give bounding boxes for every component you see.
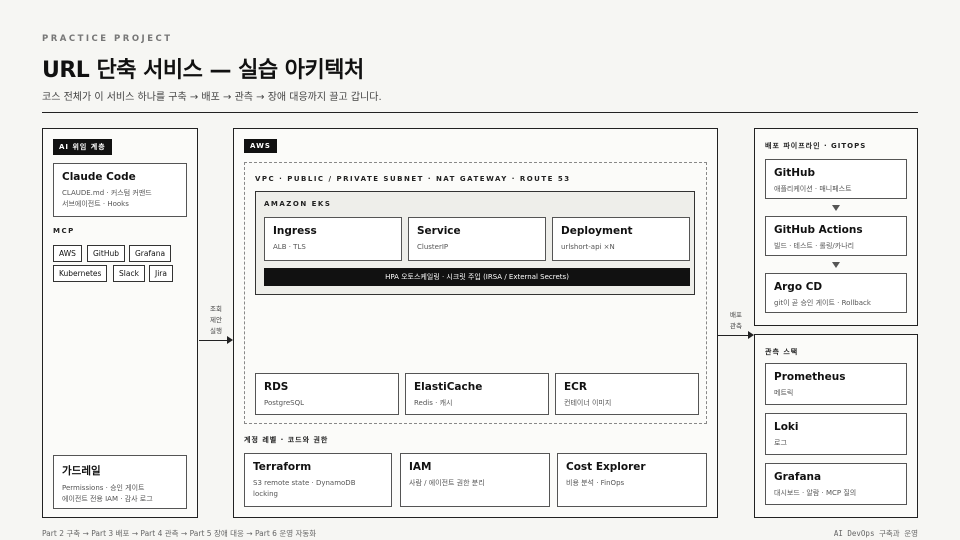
aws-panel: AWS VPC · PUBLIC / PRIVATE SUBNET · NAT … (233, 128, 718, 518)
iam-card: IAM 사람 / 에이전트 권한 분리 (400, 453, 550, 507)
claude-code-title: Claude Code (62, 171, 136, 183)
grafana-sub: 대시보드 · 알람 · MCP 질의 (774, 489, 857, 497)
ecr-card: ECR 컨테이너 이미지 (555, 373, 699, 415)
eks-label: AMAZON EKS (264, 200, 332, 208)
prometheus-title: Prometheus (774, 371, 846, 383)
argo-cd-card: Argo CD git이 곧 승인 게이트 · Rollback (765, 273, 907, 313)
footer-roadmap: Part 2 구축 → Part 3 배포 → Part 4 관측 → Part… (42, 529, 317, 538)
ingress-sub: ALB · TLS (273, 243, 306, 251)
rds-title: RDS (264, 381, 289, 393)
footer-course-title: AI DevOps 구축과 운영 (833, 529, 918, 538)
header-divider (42, 112, 918, 113)
cost-explorer-title: Cost Explorer (566, 461, 646, 473)
pipeline-panel: 배포 파이프라인 · GITOPS GitHub 애플리케이션 · 매니페스트 … (754, 128, 918, 326)
prometheus-card: Prometheus 메트릭 (765, 363, 907, 405)
ingress-title: Ingress (273, 225, 317, 237)
elasticache-title: ElastiCache (414, 381, 483, 393)
elasticache-card: ElastiCache Redis · 캐시 (405, 373, 549, 415)
prometheus-sub: 메트릭 (774, 389, 794, 397)
page-subtitle: 코스 전체가 이 서비스 하나를 구축 → 배포 → 관측 → 장애 대응까지 … (42, 92, 382, 103)
left-connector-line (199, 340, 227, 341)
left-connector-label: 조회 제안 실행 (210, 305, 222, 335)
mcp-chip-aws: AWS (53, 245, 82, 262)
terraform-title: Terraform (253, 461, 312, 473)
account-level-label: 계정 레벨 · 코드와 권한 (244, 436, 329, 444)
pipeline-label: 배포 파이프라인 · GITOPS (765, 142, 867, 150)
observability-label: 관측 스택 (765, 348, 799, 356)
deployment-card: Deployment urlshort-api ×N (552, 217, 690, 261)
grafana-title: Grafana (774, 471, 822, 483)
loki-title: Loki (774, 421, 799, 433)
guardrail-sub: Permissions · 승인 게이트 에이전트 전용 IAM · 감사 로그 (62, 484, 153, 503)
elasticache-sub: Redis · 캐시 (414, 399, 453, 407)
ecr-sub: 컨테이너 이미지 (564, 399, 612, 407)
github-sub: 애플리케이션 · 매니페스트 (774, 185, 852, 193)
right-connector-label: 배포 관측 (730, 311, 742, 330)
mcp-chip-kubernetes: Kubernetes (53, 265, 108, 282)
loki-sub: 로그 (774, 439, 787, 447)
github-actions-card: GitHub Actions 빌드 · 테스트 · 롤링/카나리 (765, 216, 907, 256)
service-card: Service ClusterIP (408, 217, 546, 261)
hpa-bar: HPA 오토스케일링 · 시크릿 주입 (IRSA / External Sec… (264, 268, 690, 286)
deployment-title: Deployment (561, 225, 633, 237)
github-title: GitHub (774, 167, 816, 179)
ai-layer-tag: AI 위임 계층 (53, 139, 112, 155)
guardrail-card: 가드레일 Permissions · 승인 게이트 에이전트 전용 IAM · … (53, 455, 187, 509)
mcp-chip-slack: Slack (113, 265, 145, 282)
iam-sub: 사람 / 에이전트 권한 분리 (409, 479, 485, 487)
arrow-down-icon (832, 262, 840, 268)
mcp-label: MCP (53, 227, 75, 235)
ai-layer-panel: AI 위임 계층 Claude Code CLAUDE.md · 커스텀 커맨드… (42, 128, 198, 518)
grafana-card: Grafana 대시보드 · 알람 · MCP 질의 (765, 463, 907, 505)
argo-cd-sub: git이 곧 승인 게이트 · Rollback (774, 299, 871, 307)
aws-tag: AWS (244, 139, 277, 153)
ingress-card: Ingress ALB · TLS (264, 217, 402, 261)
argo-cd-title: Argo CD (774, 281, 823, 293)
deployment-sub: urlshort-api ×N (561, 243, 615, 251)
cost-explorer-card: Cost Explorer 비용 분석 · FinOps (557, 453, 707, 507)
cost-explorer-sub: 비용 분석 · FinOps (566, 479, 625, 487)
terraform-card: Terraform S3 remote state · DynamoDB loc… (244, 453, 392, 507)
vpc-boundary: VPC · PUBLIC / PRIVATE SUBNET · NAT GATE… (244, 162, 707, 424)
vpc-label: VPC · PUBLIC / PRIVATE SUBNET · NAT GATE… (255, 175, 571, 183)
loki-card: Loki 로그 (765, 413, 907, 455)
ecr-title: ECR (564, 381, 587, 393)
right-connector-line (718, 335, 748, 336)
arrow-down-icon (832, 205, 840, 211)
iam-title: IAM (409, 461, 432, 473)
github-actions-sub: 빌드 · 테스트 · 롤링/카나리 (774, 242, 855, 250)
eyebrow: PRACTICE PROJECT (42, 34, 173, 44)
page-title: URL 단축 서비스 — 실습 아키텍처 (42, 58, 364, 83)
github-card: GitHub 애플리케이션 · 매니페스트 (765, 159, 907, 199)
mcp-chip-jira: Jira (149, 265, 173, 282)
github-actions-title: GitHub Actions (774, 224, 863, 236)
service-title: Service (417, 225, 461, 237)
mcp-chip-grafana: Grafana (129, 245, 172, 262)
rds-card: RDS PostgreSQL (255, 373, 399, 415)
eks-cluster: AMAZON EKS Ingress ALB · TLS Service Clu… (255, 191, 695, 295)
service-sub: ClusterIP (417, 243, 449, 251)
terraform-sub: S3 remote state · DynamoDB locking (253, 479, 356, 498)
guardrail-title: 가드레일 (62, 465, 101, 477)
observability-panel: 관측 스택 Prometheus 메트릭 Loki 로그 Grafana 대시보… (754, 334, 918, 518)
claude-code-card: Claude Code CLAUDE.md · 커스텀 커맨드 서브에이전트 ·… (53, 163, 187, 217)
claude-code-sub: CLAUDE.md · 커스텀 커맨드 서브에이전트 · Hooks (62, 189, 152, 208)
mcp-chip-github: GitHub (87, 245, 125, 262)
rds-sub: PostgreSQL (264, 399, 304, 407)
